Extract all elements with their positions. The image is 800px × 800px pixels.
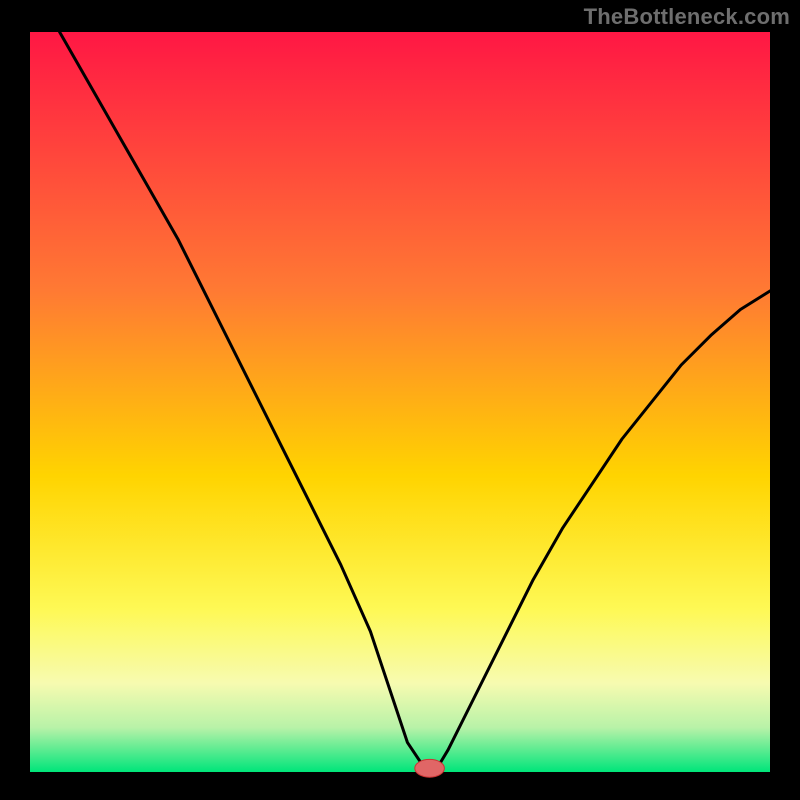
- bottleneck-chart: [0, 0, 800, 800]
- plot-background: [30, 32, 770, 772]
- chart-frame: TheBottleneck.com: [0, 0, 800, 800]
- optimal-marker: [415, 759, 445, 777]
